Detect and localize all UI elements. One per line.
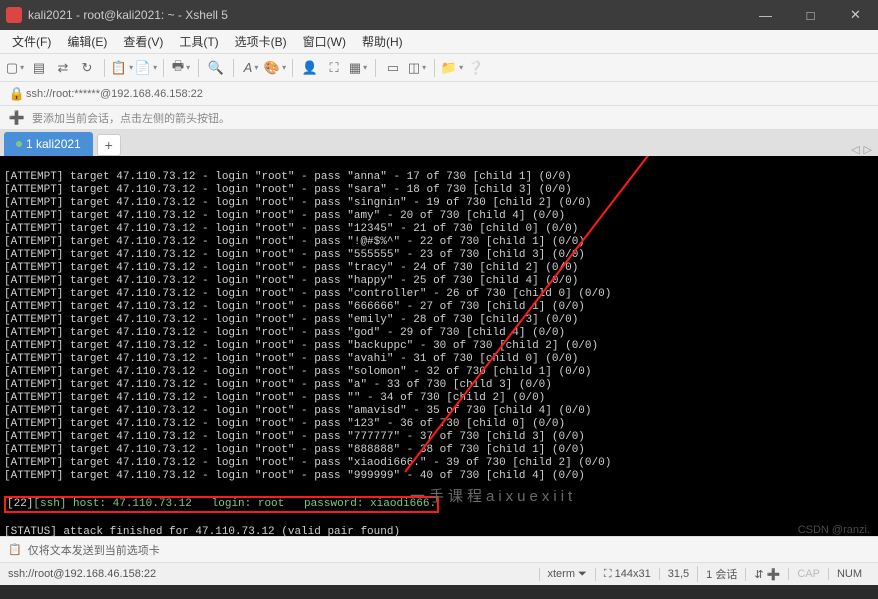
search-icon[interactable]: 🔍 (207, 59, 225, 77)
menubar: 文件(F) 编辑(E) 查看(V) 工具(T) 选项卡(B) 窗口(W) 帮助(… (0, 30, 878, 54)
tab-status-dot (16, 141, 22, 147)
layout2-icon[interactable]: ◫▾ (408, 59, 426, 77)
status-conn: ssh://root@192.168.46.158:22 (8, 568, 539, 580)
tab-label: 1 kali2021 (26, 137, 81, 151)
attempt-line: [ATTEMPT] target 47.110.73.12 - login "r… (4, 249, 874, 262)
result-port: [22] (7, 498, 33, 510)
toolbar: ▢▾ ▤ ⇄ ↻ 📋▾ 📄▾ 🖶▾ 🔍 A▾ 🎨▾ 👤 ⛶ ▦▾ ▭ ◫▾ 📁▾… (0, 54, 878, 82)
attempt-line: [ATTEMPT] target 47.110.73.12 - login "r… (4, 171, 874, 184)
address-text[interactable]: ssh://root:******@192.168.46.158:22 (26, 88, 870, 100)
status-pos: 31,5 (659, 568, 697, 580)
attempt-line: [ATTEMPT] target 47.110.73.12 - login "r… (4, 444, 874, 457)
tab-add-button[interactable]: + (97, 134, 121, 156)
attempt-line: [ATTEMPT] target 47.110.73.12 - login "r… (4, 288, 874, 301)
maximize-button[interactable]: □ (788, 0, 833, 30)
watermark: 一手课程aixuexiit (410, 490, 576, 503)
send-icon[interactable]: 📋 (8, 543, 22, 556)
status-num: NUM (828, 568, 870, 580)
menu-edit[interactable]: 编辑(E) (59, 33, 115, 50)
menu-tabs[interactable]: 选项卡(B) (227, 33, 295, 50)
tab-prev-icon[interactable]: ◁ (851, 143, 859, 156)
color-icon[interactable]: 🎨▾ (266, 59, 284, 77)
help-icon[interactable]: ❔ (467, 59, 485, 77)
status-line: [STATUS] attack finished for 47.110.73.1… (4, 526, 874, 536)
layout1-icon[interactable]: ▭ (384, 59, 402, 77)
tab-bar: 1 kali2021 + ◁ ▷ (0, 130, 878, 156)
separator (292, 59, 293, 77)
status-bar: ssh://root@192.168.46.158:22 xterm ⏷ ⛶ 1… (0, 562, 878, 585)
fullscreen-icon[interactable]: ⛶ (325, 59, 343, 77)
attempt-line: [ATTEMPT] target 47.110.73.12 - login "r… (4, 262, 874, 275)
session-hint-text: 要添加当前会话，点击左侧的箭头按钮。 (32, 110, 230, 126)
attempt-line: [ATTEMPT] target 47.110.73.12 - login "r… (4, 210, 874, 223)
window-controls: — □ ✕ (743, 0, 878, 30)
status-size: ⛶ 144x31 (595, 568, 659, 581)
minimize-button[interactable]: — (743, 0, 788, 30)
attempt-line: [ATTEMPT] target 47.110.73.12 - login "r… (4, 431, 874, 444)
terminal[interactable]: [ATTEMPT] target 47.110.73.12 - login "r… (0, 156, 878, 536)
separator (375, 59, 376, 77)
profile-icon[interactable]: 👤 (301, 59, 319, 77)
close-button[interactable]: ✕ (833, 0, 878, 30)
open-icon[interactable]: ▤ (30, 59, 48, 77)
menu-view[interactable]: 查看(V) (115, 33, 171, 50)
transfer-icon[interactable]: 📁▾ (443, 59, 461, 77)
address-bar: 🔒 ssh://root:******@192.168.46.158:22 (0, 82, 878, 106)
tab-kali2021[interactable]: 1 kali2021 (4, 132, 93, 156)
separator (198, 59, 199, 77)
tab-next-icon[interactable]: ▷ (864, 143, 872, 156)
attempt-line: [ATTEMPT] target 47.110.73.12 - login "r… (4, 197, 874, 210)
attempt-line: [ATTEMPT] target 47.110.73.12 - login "r… (4, 301, 874, 314)
separator (163, 59, 164, 77)
add-session-icon[interactable]: ➕ (8, 109, 26, 127)
menu-tools[interactable]: 工具(T) (171, 33, 226, 50)
result-creds: host: 47.110.73.12 login: root password:… (66, 498, 436, 510)
attempt-line: [ATTEMPT] target 47.110.73.12 - login "r… (4, 379, 874, 392)
attempt-line: [ATTEMPT] target 47.110.73.12 - login "r… (4, 392, 874, 405)
status-cap: CAP (788, 568, 828, 580)
separator (434, 59, 435, 77)
send-panel: 📋 仅将文本发送到当前选项卡 (0, 536, 878, 562)
status-session: 1 会话 (697, 566, 745, 582)
attempt-line: [ATTEMPT] target 47.110.73.12 - login "r… (4, 236, 874, 249)
attempt-line: [ATTEMPT] target 47.110.73.12 - login "r… (4, 366, 874, 379)
attempt-line: [ATTEMPT] target 47.110.73.12 - login "r… (4, 405, 874, 418)
connect-icon[interactable]: ⇄ (54, 59, 72, 77)
print-icon[interactable]: 🖶▾ (172, 59, 190, 77)
paste-icon[interactable]: 📄▾ (137, 59, 155, 77)
status-net: ⇵ ➕ (745, 568, 788, 581)
attempt-line: [ATTEMPT] target 47.110.73.12 - login "r… (4, 353, 874, 366)
result-proto: [ssh] (33, 498, 66, 510)
attempt-line: [ATTEMPT] target 47.110.73.12 - login "r… (4, 314, 874, 327)
window-title: kali2021 - root@kali2021: ~ - Xshell 5 (28, 8, 743, 22)
attempt-line: [ATTEMPT] target 47.110.73.12 - login "r… (4, 275, 874, 288)
menu-window[interactable]: 窗口(W) (295, 33, 354, 50)
attempt-line: [ATTEMPT] target 47.110.73.12 - login "r… (4, 184, 874, 197)
attempt-line: [ATTEMPT] target 47.110.73.12 - login "r… (4, 223, 874, 236)
new-session-icon[interactable]: ▢▾ (6, 59, 24, 77)
app-icon (6, 7, 22, 23)
reconnect-icon[interactable]: ↻ (78, 59, 96, 77)
separator (233, 59, 234, 77)
font-icon[interactable]: A▾ (242, 59, 260, 77)
tab-nav: ◁ ▷ (851, 143, 872, 156)
session-hint-bar: ➕ 要添加当前会话，点击左侧的箭头按钮。 (0, 106, 878, 130)
attempt-line: [ATTEMPT] target 47.110.73.12 - login "r… (4, 418, 874, 431)
menu-file[interactable]: 文件(F) (4, 33, 59, 50)
separator (104, 59, 105, 77)
menu-help[interactable]: 帮助(H) (354, 33, 411, 50)
attempt-line: [ATTEMPT] target 47.110.73.12 - login "r… (4, 327, 874, 340)
lock-icon: 🔒 (8, 85, 26, 103)
csdn-watermark: CSDN @ranzi. (798, 524, 870, 536)
status-xterm: xterm ⏷ (539, 568, 595, 581)
copy-icon[interactable]: 📋▾ (113, 59, 131, 77)
send-panel-text[interactable]: 仅将文本发送到当前选项卡 (28, 542, 160, 558)
split-icon[interactable]: ▦▾ (349, 59, 367, 77)
attempt-line: [ATTEMPT] target 47.110.73.12 - login "r… (4, 457, 874, 470)
window-titlebar: kali2021 - root@kali2021: ~ - Xshell 5 —… (0, 0, 878, 30)
attempt-line: [ATTEMPT] target 47.110.73.12 - login "r… (4, 340, 874, 353)
attempt-line: [ATTEMPT] target 47.110.73.12 - login "r… (4, 470, 874, 483)
